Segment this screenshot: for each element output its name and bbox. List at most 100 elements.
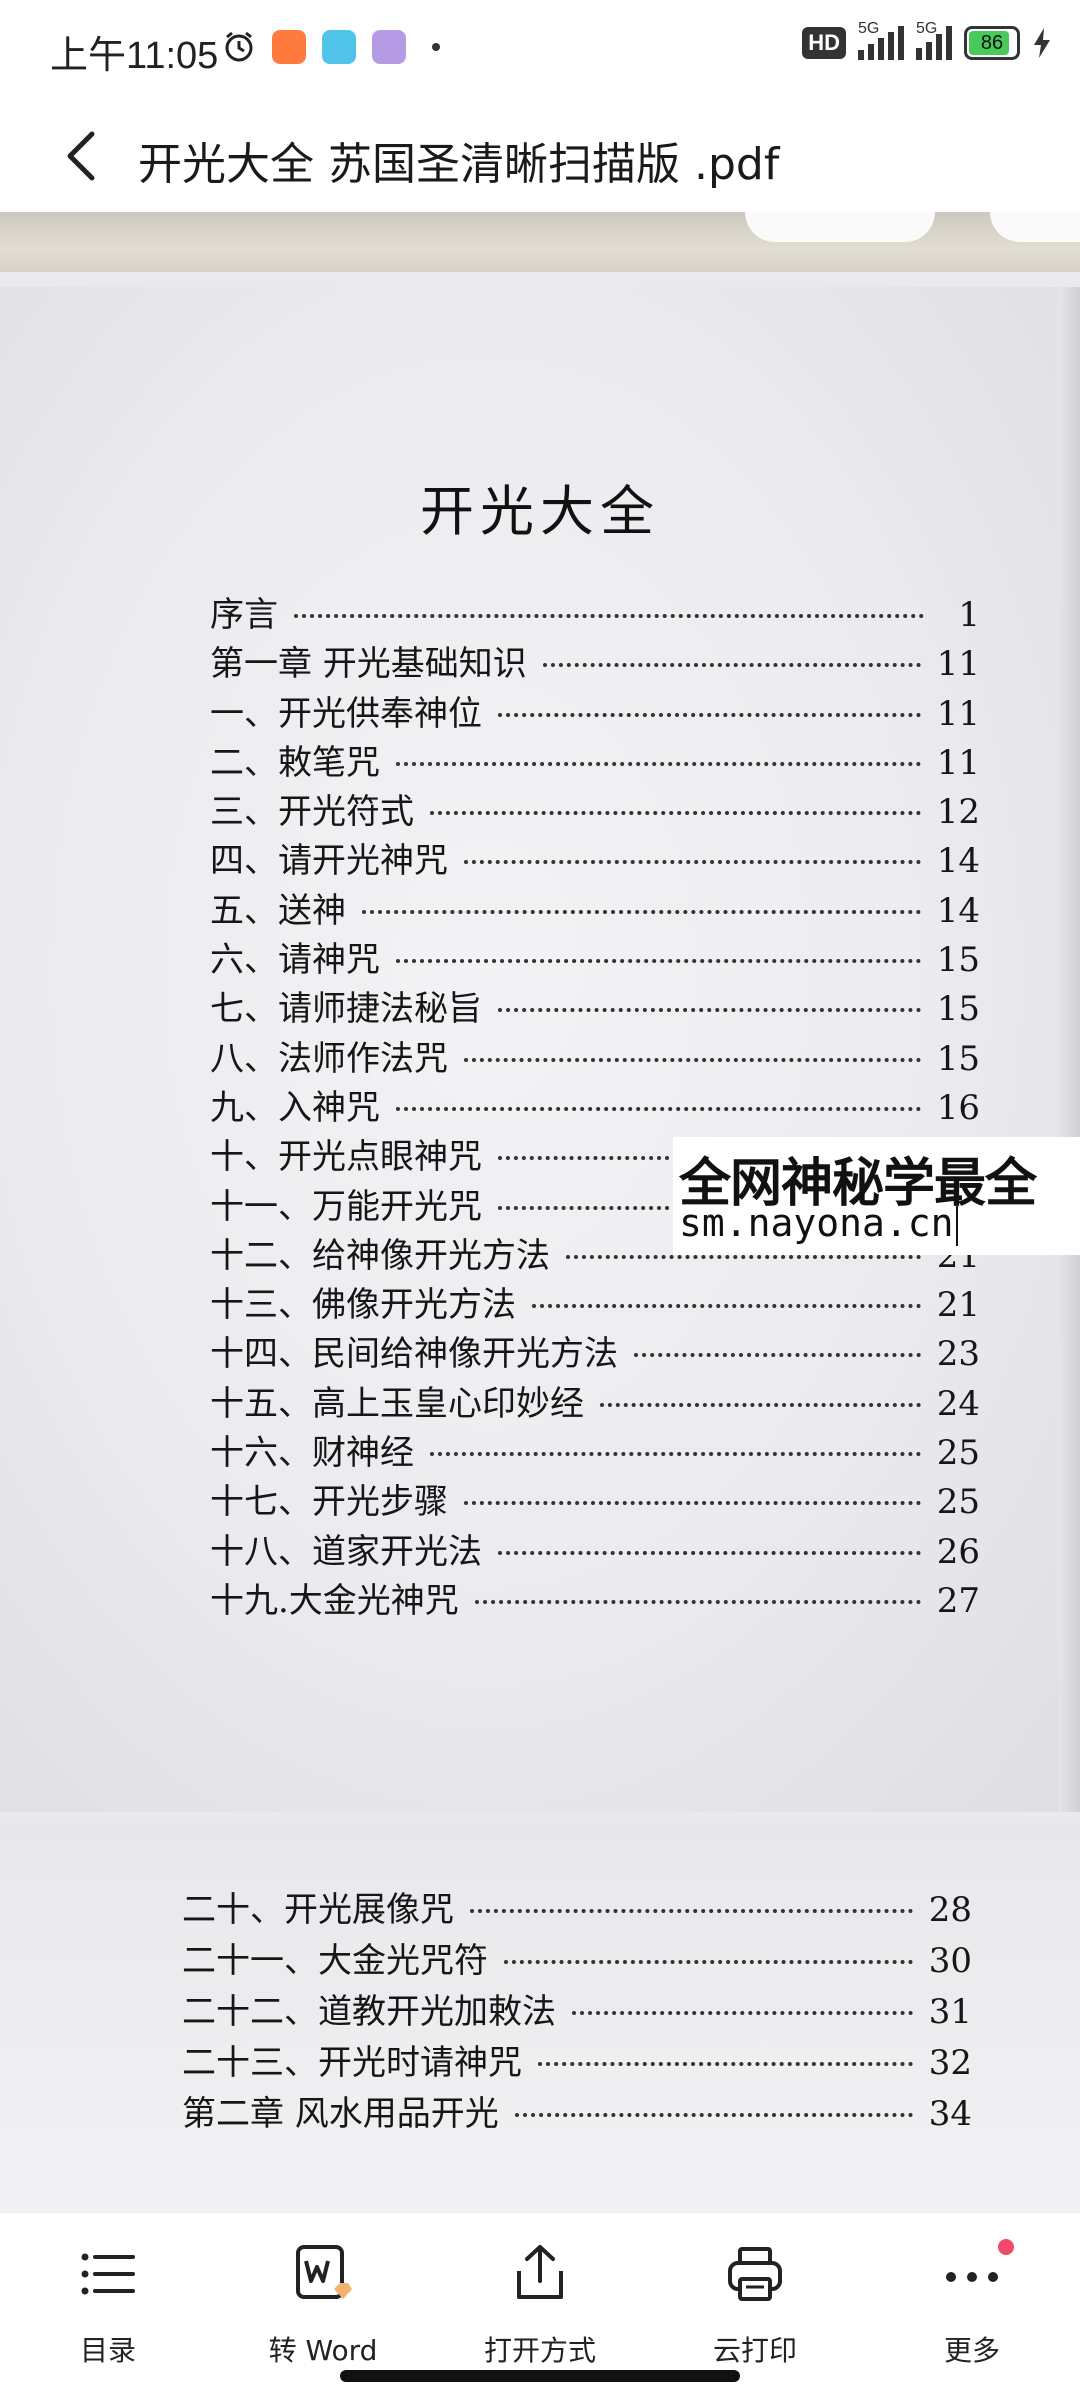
home-indicator[interactable] (340, 2370, 740, 2382)
toc-entry-page: 15 (936, 940, 980, 981)
toc-entry-page: 31 (928, 1992, 972, 2032)
toc-leader-dots (498, 1550, 921, 1555)
table-of-contents-continued: 二十、开光展像咒 28 二十一、大金光咒符 30 二十二、道教开光加敕法 31 二十三、开光… (182, 1882, 972, 2137)
pdf-viewer[interactable]: 开光大全 序言 1 第一章 开光基础知识 11 一、开光供奉神位 11 二、敕笔咒 11 三、开… (0, 212, 1080, 2212)
toc-entry-title: 十、开光点眼神咒 (210, 1137, 482, 1178)
toc-leader-dots (396, 1106, 921, 1111)
app-notification-icon (322, 30, 356, 64)
network-type-1: 5G (858, 20, 880, 37)
toc-leader-dots (464, 860, 921, 865)
title-bar: 开光大全 苏国圣清晰扫描版 .pdf (0, 100, 1080, 212)
watermark-line-2: sm.nayona.cn (679, 1201, 958, 1246)
toc-entry-page: 24 (936, 1383, 980, 1424)
toc-entry: 二、敕笔咒 11 (210, 735, 980, 784)
toc-entry: 十三、佛像开光方法 21 (210, 1277, 980, 1326)
toc-entry: 十七、开光步骤 25 (210, 1474, 980, 1523)
toc-entry: 二十三、开光时请神咒 32 (182, 2035, 972, 2086)
toc-entry-page: 15 (936, 1038, 980, 1079)
toc-entry: 序言 1 (210, 587, 980, 636)
toc-entry-page: 14 (936, 890, 980, 931)
toc-entry-page: 32 (928, 2043, 972, 2083)
toc-entry-page: 28 (928, 1890, 972, 1930)
toc-entry: 一、开光供奉神位 11 (210, 686, 980, 735)
toc-entry: 四、请开光神咒 14 (210, 833, 980, 882)
page-heading: 开光大全 (420, 480, 660, 543)
toc-leader-dots (470, 1909, 913, 1913)
toc-leader-dots (514, 2113, 913, 2117)
toc-leader-dots (294, 614, 924, 618)
toc-entry-title: 二十一、大金光咒符 (182, 1941, 488, 1981)
toc-entry-title: 十五、高上玉皇心印妙经 (210, 1383, 584, 1424)
toolbar-contents-button[interactable]: 目录 (28, 2231, 188, 2371)
floating-control (745, 212, 935, 242)
status-bar: 上午11:05 HD 5G 5G 86 (0, 0, 1080, 100)
toc-leader-dots (396, 761, 921, 766)
toc-leader-dots (532, 1304, 921, 1309)
toc-entry-title: 第一章 开光基础知识 (210, 644, 527, 685)
toc-entry: 十四、民间给神像开光方法 23 (210, 1326, 980, 1375)
toolbar-open-with-button[interactable]: 打开方式 (460, 2231, 620, 2371)
toc-entry-page: 30 (928, 1941, 972, 1981)
app-notification-icon-2 (372, 30, 406, 64)
toc-entry: 七、请师捷法秘旨 15 (210, 981, 980, 1030)
toc-entry-page: 11 (936, 693, 980, 734)
toc-entry-title: 十三、佛像开光方法 (210, 1285, 516, 1326)
toc-entry-page: 27 (936, 1580, 980, 1621)
toc-entry-title: 七、请师捷法秘旨 (210, 989, 482, 1030)
toc-entry-title: 四、请开光神咒 (210, 841, 448, 882)
toc-leader-dots (430, 811, 921, 816)
toc-entry-title: 二十二、道教开光加敕法 (182, 1992, 556, 2032)
toc-leader-dots (430, 1452, 921, 1457)
toc-entry-title: 三、开光符式 (210, 792, 414, 833)
toolbar-contents-label: 目录 (79, 2334, 136, 2367)
toc-leader-dots (474, 1599, 921, 1604)
floating-control-2 (990, 212, 1080, 242)
toc-entry-page: 12 (936, 792, 980, 833)
toc-entry-page: 11 (936, 644, 980, 685)
toc-entry: 第二章 风水用品开光 34 (182, 2086, 972, 2137)
share-icon (517, 2245, 563, 2299)
toc-entry-title: 一、开光供奉神位 (210, 693, 482, 734)
toc-entry-page: 21 (936, 1285, 980, 1326)
toc-entry-title: 六、请神咒 (210, 940, 380, 981)
toc-entry: 五、送神 14 (210, 883, 980, 932)
charging-icon (1034, 28, 1050, 58)
toc-entry-page: 23 (936, 1334, 980, 1375)
toc-entry-page: 25 (936, 1433, 980, 1474)
toc-entry-title: 序言 (210, 595, 278, 635)
toc-entry: 十五、高上玉皇心印妙经 24 (210, 1376, 980, 1425)
toc-entry-title: 八、法师作法咒 (210, 1038, 448, 1079)
toc-entry-page: 34 (928, 2094, 972, 2134)
toc-entry-title: 十八、道家开光法 (210, 1531, 482, 1572)
watermark-overlay: 全网神秘学最全 sm.nayona.cn (673, 1137, 1080, 1255)
status-notification-icons (222, 30, 440, 64)
signal-2-icon: 5G (916, 20, 952, 60)
notification-dot (998, 2239, 1014, 2255)
toolbar-more-button[interactable]: 更多 (892, 2231, 1052, 2371)
toc-leader-dots (498, 712, 921, 717)
toc-entry-title: 二十三、开光时请神咒 (182, 2043, 522, 2083)
toolbar-convert-word-button[interactable]: 转 Word (243, 2231, 403, 2371)
toc-entry-title: 十七、开光步骤 (210, 1482, 448, 1523)
toc-leader-dots (538, 2062, 913, 2066)
printer-icon (728, 2247, 782, 2301)
toc-entry: 二十二、道教开光加敕法 31 (182, 1984, 972, 2035)
toolbar-cloud-print-button[interactable]: 云打印 (675, 2231, 835, 2371)
toc-entry-title: 五、送神 (210, 890, 346, 931)
toc-entry: 十六、财神经 25 (210, 1425, 980, 1474)
back-button[interactable] (56, 124, 112, 188)
status-time: 上午11:05 (50, 35, 219, 77)
toc-entry: 九、入神咒 16 (210, 1080, 980, 1129)
toc-leader-dots (572, 2011, 913, 2015)
toc-entry-title: 十六、财神经 (210, 1433, 414, 1474)
toc-entry-title: 九、入神咒 (210, 1087, 380, 1128)
battery-icon: 86 (964, 26, 1020, 60)
signal-1-icon: 5G (858, 20, 904, 60)
toc-entry-page: 16 (936, 1087, 980, 1128)
toc-entry: 六、请神咒 15 (210, 932, 980, 981)
table-of-contents: 序言 1 第一章 开光基础知识 11 一、开光供奉神位 11 二、敕笔咒 11 三、开光符式 12… (210, 587, 980, 1622)
toc-leader-dots (600, 1402, 921, 1407)
toc-leader-dots (464, 1501, 921, 1506)
toc-entry: 八、法师作法咒 15 (210, 1031, 980, 1080)
toc-entry-title: 十一、万能开光咒 (210, 1186, 482, 1227)
